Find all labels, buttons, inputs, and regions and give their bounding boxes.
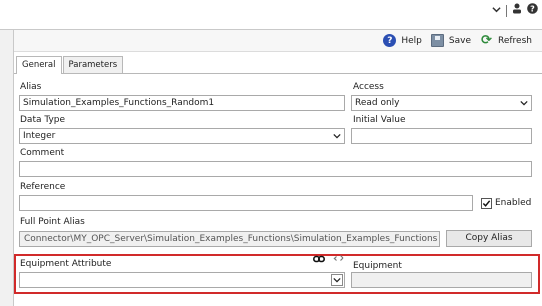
copy-alias-button[interactable]: Copy Alias <box>446 230 532 247</box>
svg-text:?: ? <box>530 5 535 14</box>
initial-value-label: Initial Value <box>353 115 406 125</box>
data-type-select[interactable]: Integer <box>19 128 345 144</box>
help-icon[interactable]: ? <box>527 3 538 18</box>
equipment-attribute-select[interactable] <box>19 272 345 288</box>
reference-field[interactable] <box>19 195 473 211</box>
access-select[interactable]: Read only <box>351 95 532 111</box>
refresh-button[interactable]: ⟳ Refresh <box>480 33 532 48</box>
initial-value-field[interactable] <box>351 128 532 144</box>
tab-parameters[interactable]: Parameters <box>62 56 124 73</box>
chevron-down-icon <box>520 99 528 107</box>
access-select-value: Read only <box>355 98 400 108</box>
access-label: Access <box>353 82 384 92</box>
top-strip: ? <box>0 0 542 21</box>
divider <box>506 4 507 17</box>
enabled-checkbox[interactable] <box>481 198 492 209</box>
save-button[interactable]: Save <box>430 34 471 47</box>
full-point-alias-label: Full Point Alias <box>20 217 85 227</box>
unlink-icon[interactable] <box>333 254 344 266</box>
refresh-icon: ⟳ <box>481 33 492 48</box>
equipment-attribute-dropdown-button[interactable] <box>331 274 343 286</box>
enabled-label: Enabled <box>495 198 532 208</box>
save-button-label: Save <box>448 35 471 46</box>
help-button-label: Help <box>401 35 422 46</box>
comment-field[interactable] <box>19 161 532 177</box>
chevron-down-icon[interactable] <box>492 4 501 18</box>
alias-field[interactable]: Simulation_Examples_Functions_Random1 <box>19 95 345 111</box>
chevron-down-icon <box>333 277 341 283</box>
equipment-field <box>351 272 532 288</box>
help-button[interactable]: ? Help <box>383 34 422 47</box>
left-panel-edge <box>0 29 14 306</box>
comment-label: Comment <box>20 148 65 158</box>
alias-label: Alias <box>20 82 42 92</box>
equipment-attribute-label: Equipment Attribute <box>20 259 112 269</box>
user-icon[interactable] <box>512 3 522 18</box>
full-point-alias-field: Connector\MY_OPC_Server\Simulation_Examp… <box>19 231 440 247</box>
tab-general[interactable]: General <box>16 56 62 74</box>
link-icon[interactable] <box>313 255 325 266</box>
save-icon <box>430 34 444 47</box>
equipment-label: Equipment <box>353 261 402 271</box>
help-icon: ? <box>383 34 397 47</box>
toolbar: ? Help Save ⟳ Refresh <box>14 29 542 52</box>
chevron-down-icon <box>333 132 341 140</box>
refresh-button-label: Refresh <box>498 35 532 46</box>
top-icons: ? <box>492 3 538 18</box>
reference-label: Reference <box>20 182 66 192</box>
data-type-label: Data Type <box>20 115 66 125</box>
tab-strip: General Parameters <box>16 56 124 74</box>
data-type-select-value: Integer <box>23 131 56 141</box>
